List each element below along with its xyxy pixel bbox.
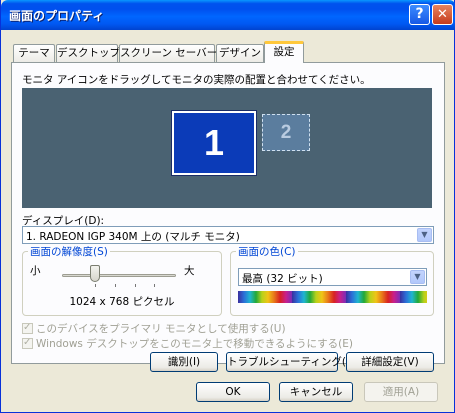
apply-button[interactable]: 適用(A): [364, 382, 438, 402]
extend-desktop-checkbox: Windows デスクトップをこのモニタ上で移動できるようにする(E): [22, 336, 353, 351]
display-dropdown-value: 1. RADEON IGP 340M 上の (マルチ モニタ): [26, 231, 240, 243]
tab-desktop[interactable]: デスクトップ: [56, 44, 120, 62]
monitor-2-number: 2: [280, 122, 292, 143]
resolution-group-label: 画面の解像度(S): [30, 246, 108, 258]
tab-screensaver[interactable]: スクリーン セーバー: [119, 44, 217, 62]
checkbox-icon: [22, 337, 33, 349]
identify-button[interactable]: 識別(I): [150, 352, 218, 372]
instruction-text: モニタ アイコンをドラッグしてモニタの実際の配置と合わせてください。: [22, 74, 371, 86]
chevron-down-icon[interactable]: ▼: [410, 270, 425, 284]
resolution-value: 1024 x 768 ピクセル: [69, 296, 175, 308]
primary-monitor-checkbox: このデバイスをプライマリ モニタとして使用する(U): [22, 321, 286, 336]
help-button[interactable]: ?: [409, 4, 430, 25]
cancel-button[interactable]: キャンセル: [279, 382, 353, 402]
tab-design[interactable]: デザイン: [216, 44, 264, 62]
ok-button[interactable]: OK: [196, 382, 270, 402]
resolution-large-label: 大: [184, 265, 195, 277]
chevron-down-icon[interactable]: ▼: [417, 228, 432, 242]
resolution-slider-thumb[interactable]: [90, 265, 100, 282]
window-title: 画面のプロパティ: [9, 9, 105, 23]
resolution-slider-track[interactable]: [62, 274, 176, 277]
title-bar[interactable]: 画面のプロパティ ? ✕: [1, 0, 455, 30]
display-dropdown[interactable]: 1. RADEON IGP 340M 上の (マルチ モニタ) ▼: [22, 226, 434, 244]
color-quality-dropdown[interactable]: 最高 (32 ビット) ▼: [238, 268, 427, 286]
color-group-label: 画面の色(C): [238, 246, 296, 258]
color-quality-value: 最高 (32 ビット): [242, 273, 323, 285]
checkbox-icon: [22, 322, 33, 334]
monitor-1-number: 1: [203, 122, 225, 163]
resolution-slider-ticks: [95, 284, 155, 287]
advanced-button[interactable]: 詳細設定(V): [346, 352, 434, 372]
extend-desktop-checkbox-label: Windows デスクトップをこのモニタ上で移動できるようにする(E): [36, 338, 353, 350]
tab-settings[interactable]: 設定: [264, 41, 304, 63]
display-properties-window: 画面のプロパティ ? ✕ テーマ デスクトップ スクリーン セーバー デザイン …: [0, 0, 455, 413]
settings-panel: モニタ アイコンをドラッグしてモニタの実際の配置と合わせてください。 1 2 デ…: [11, 62, 445, 372]
troubleshoot-button[interactable]: トラブルシューティング(T)...: [226, 352, 367, 372]
primary-monitor-checkbox-label: このデバイスをプライマリ モニタとして使用する(U): [36, 323, 286, 335]
color-spectrum-bar: [238, 291, 427, 303]
resolution-small-label: 小: [30, 265, 41, 277]
monitor-2-icon[interactable]: 2: [262, 114, 310, 151]
monitor-arrangement-area: 1 2: [22, 88, 432, 208]
tab-theme[interactable]: テーマ: [13, 44, 55, 62]
monitor-1-icon[interactable]: 1: [171, 110, 257, 176]
close-button[interactable]: ✕: [432, 4, 453, 25]
